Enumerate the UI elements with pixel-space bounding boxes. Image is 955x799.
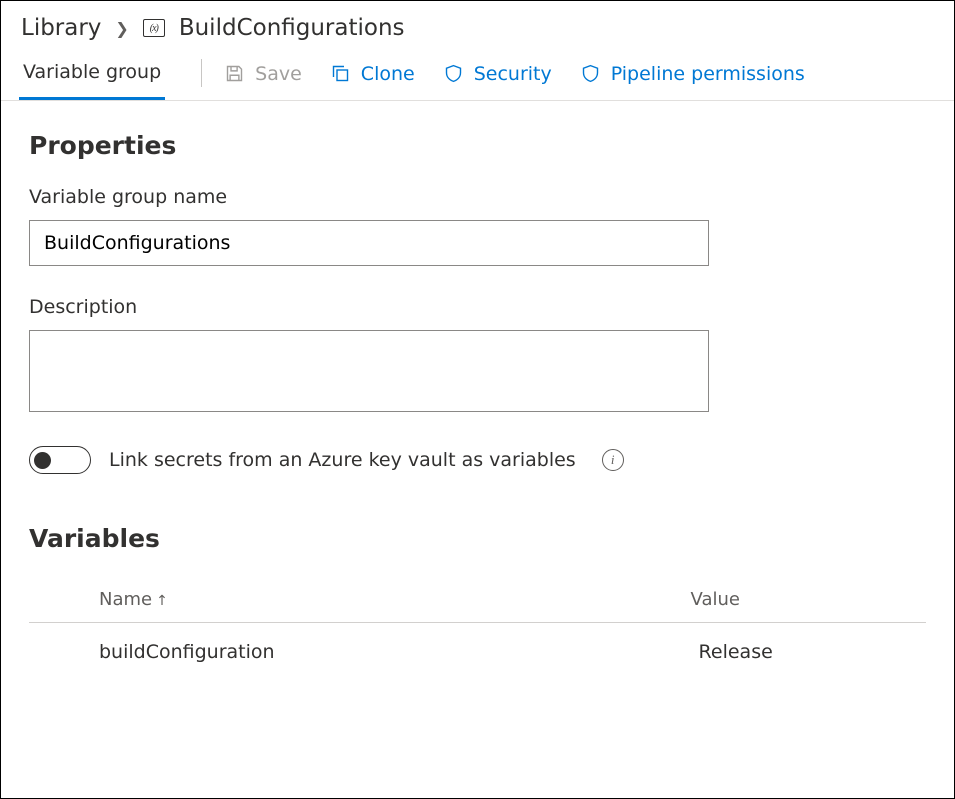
link-keyvault-label: Link secrets from an Azure key vault as …: [109, 449, 576, 471]
page-title: BuildConfigurations: [179, 15, 405, 41]
variable-group-name-input[interactable]: [29, 220, 709, 266]
col-name[interactable]: Name↑: [29, 579, 691, 623]
toggle-knob: [34, 452, 51, 469]
info-icon[interactable]: i: [602, 449, 624, 471]
shield-icon: [580, 63, 601, 84]
breadcrumb-library[interactable]: Library: [21, 15, 101, 41]
clone-icon: [330, 63, 351, 84]
properties-heading: Properties: [29, 131, 926, 160]
description-label: Description: [29, 296, 926, 318]
variables-heading: Variables: [29, 524, 926, 553]
var-name: buildConfiguration: [29, 623, 691, 682]
sort-asc-icon: ↑: [156, 593, 168, 609]
table-row[interactable]: buildConfiguration Release: [29, 623, 926, 682]
save-icon: [224, 63, 245, 84]
breadcrumb: Library ❯ (x) BuildConfigurations: [1, 1, 954, 49]
var-value: Release: [691, 623, 926, 682]
toolbar: Variable group Save Clone Security Pipel…: [1, 49, 954, 101]
security-button[interactable]: Security: [433, 57, 570, 95]
link-keyvault-toggle[interactable]: [29, 446, 91, 474]
tab-variable-group[interactable]: Variable group: [19, 51, 165, 100]
shield-icon: [443, 63, 464, 84]
save-button: Save: [214, 57, 320, 95]
clone-button[interactable]: Clone: [320, 57, 433, 95]
col-value[interactable]: Value: [691, 579, 926, 623]
description-input[interactable]: [29, 330, 709, 412]
variable-group-icon: (x): [143, 19, 165, 37]
name-label: Variable group name: [29, 186, 926, 208]
variables-table: Name↑ Value buildConfiguration Release: [29, 579, 926, 681]
chevron-right-icon: ❯: [115, 19, 128, 38]
divider: [201, 59, 202, 87]
pipeline-permissions-button[interactable]: Pipeline permissions: [570, 57, 823, 95]
